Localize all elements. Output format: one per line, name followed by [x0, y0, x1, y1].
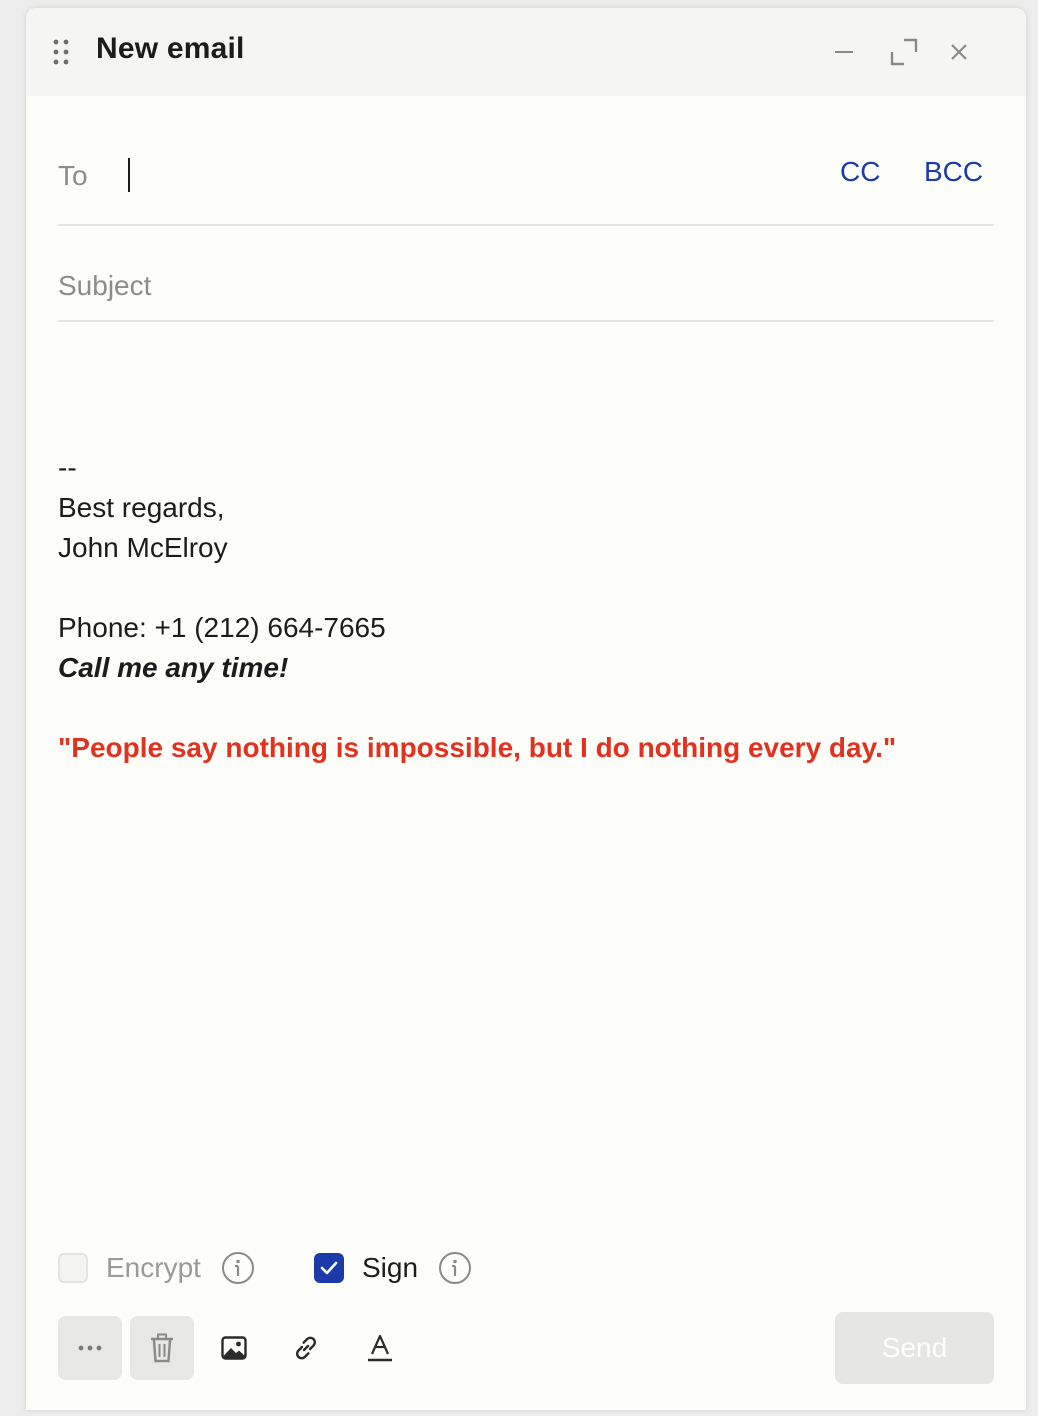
sign-option: Sign — [314, 1250, 472, 1286]
signature-separator: -- — [58, 452, 77, 483]
image-icon — [221, 1336, 247, 1360]
delete-draft-button[interactable] — [130, 1316, 194, 1380]
sign-label: Sign — [362, 1252, 419, 1283]
signature-tagline: Call me any time! — [58, 652, 289, 683]
message-body[interactable]: -- Best regards, John McElroy Phone: +1 … — [58, 448, 994, 768]
more-horizontal-icon — [78, 1345, 102, 1351]
minimize-icon — [835, 51, 853, 53]
sign-checkbox[interactable] — [314, 1253, 344, 1283]
close-button[interactable] — [941, 34, 977, 70]
link-icon — [295, 1336, 317, 1360]
cc-button[interactable]: CC — [840, 156, 880, 188]
info-icon[interactable] — [221, 1251, 255, 1285]
to-field-row: To CC BCC — [58, 120, 994, 226]
to-input[interactable] — [128, 154, 812, 196]
to-label: To — [58, 160, 88, 191]
close-icon — [951, 44, 967, 60]
maximize-button[interactable] — [886, 34, 922, 70]
signature-name: John McElroy — [58, 532, 228, 563]
insert-link-button[interactable] — [274, 1316, 338, 1380]
title-bar[interactable]: New email — [26, 8, 1026, 96]
maximize-icon — [890, 38, 918, 66]
compose-window: New email To CC BCC -- Bes — [26, 8, 1026, 1410]
info-icon[interactable] — [438, 1251, 472, 1285]
insert-image-button[interactable] — [202, 1316, 266, 1380]
subject-input[interactable] — [58, 266, 994, 306]
signature-quote: "People say nothing is impossible, but I… — [58, 732, 897, 763]
signature-phone: Phone: +1 (212) 664-7665 — [58, 612, 386, 643]
signature-closing: Best regards, — [58, 492, 225, 523]
minimize-button[interactable] — [826, 34, 862, 70]
text-format-button[interactable] — [348, 1316, 412, 1380]
encrypt-option: Encrypt — [58, 1250, 255, 1286]
drag-handle-icon[interactable] — [52, 38, 70, 66]
text-caret — [128, 158, 130, 192]
window-title: New email — [96, 32, 245, 65]
bcc-button[interactable]: BCC — [924, 156, 983, 188]
trash-icon — [151, 1333, 173, 1363]
subject-field-row — [58, 226, 994, 322]
checkmark-icon — [320, 1261, 338, 1275]
more-options-button[interactable] — [58, 1316, 122, 1380]
encrypt-label: Encrypt — [106, 1252, 201, 1283]
text-format-icon — [368, 1334, 392, 1362]
encrypt-checkbox[interactable] — [58, 1253, 88, 1283]
send-button[interactable]: Send — [835, 1312, 994, 1384]
